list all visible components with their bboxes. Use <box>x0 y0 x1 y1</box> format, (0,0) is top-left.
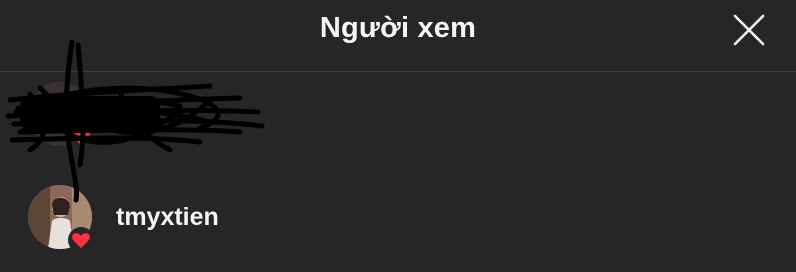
dialog-header: Người xem <box>0 0 796 72</box>
viewer-row[interactable] <box>0 74 796 154</box>
heart-icon <box>68 227 94 253</box>
viewer-row[interactable]: tmyxtien <box>0 177 796 257</box>
viewer-username[interactable]: tmyxtien <box>116 203 219 232</box>
viewers-dialog: Người xem tmyxtien <box>0 0 796 272</box>
viewer-avatar-wrap <box>28 185 94 253</box>
heart-icon <box>68 124 94 150</box>
dialog-title: Người xem <box>319 12 477 44</box>
close-button[interactable] <box>730 11 768 49</box>
close-icon <box>733 14 765 46</box>
viewer-avatar-wrap <box>28 82 94 150</box>
